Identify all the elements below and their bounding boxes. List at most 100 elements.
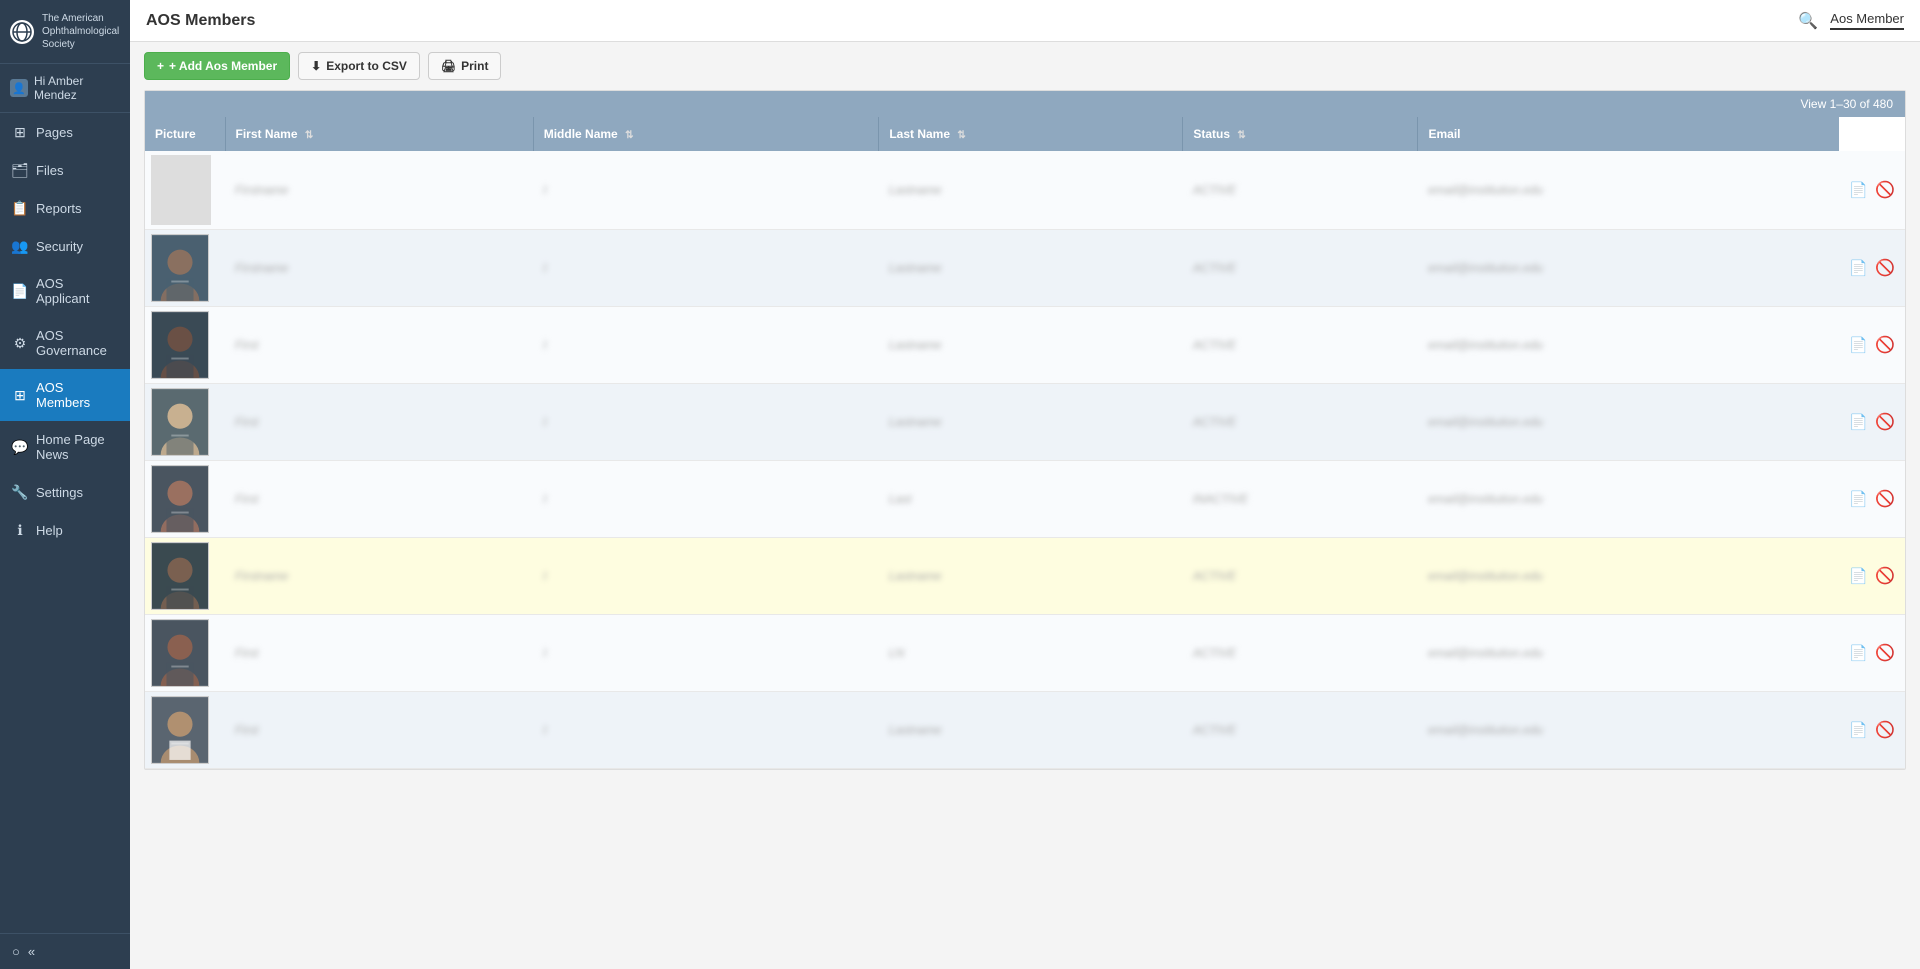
- home-page-news-icon: 💬: [12, 439, 28, 455]
- middle-name-value: I: [543, 646, 546, 660]
- delete-button[interactable]: 🚫: [1875, 645, 1895, 662]
- delete-button[interactable]: 🚫: [1875, 722, 1895, 739]
- files-icon: 🗂: [12, 162, 28, 178]
- aos-applicant-icon: 📄: [12, 283, 28, 299]
- sidebar-item-aos-governance[interactable]: ⚙ AOS Governance: [0, 317, 130, 369]
- edit-button[interactable]: 📄: [1849, 645, 1868, 662]
- delete-button[interactable]: 🚫: [1875, 491, 1895, 508]
- aos-member-link[interactable]: Aos Member: [1830, 11, 1904, 30]
- status-value: ACTIVE: [1193, 261, 1236, 275]
- org-name: The American Ophthalmological Society: [42, 12, 120, 51]
- collapse-label: «: [28, 944, 35, 959]
- picture-cell: [145, 151, 225, 230]
- col-picture-label: Picture: [155, 127, 196, 141]
- col-middle-name-label: Middle Name: [544, 127, 618, 141]
- middle-name-cell: I: [533, 538, 879, 615]
- email-cell: email@institution.edu: [1418, 461, 1839, 538]
- edit-button[interactable]: 📄: [1849, 722, 1868, 739]
- first-name-cell: First: [225, 615, 533, 692]
- security-icon: 👥: [12, 238, 28, 254]
- last-name-value: Lastname: [889, 261, 942, 275]
- edit-button[interactable]: 📄: [1849, 568, 1868, 585]
- sidebar-item-security[interactable]: 👥 Security: [0, 227, 130, 265]
- edit-button[interactable]: 📄: [1849, 260, 1868, 277]
- last-name-cell: Lastname: [879, 151, 1183, 230]
- export-csv-button[interactable]: ⬇ Export to CSV: [298, 52, 420, 80]
- email-cell: email@institution.edu: [1418, 692, 1839, 769]
- col-middle-name[interactable]: Middle Name ⇅: [533, 117, 879, 151]
- table-row: FirstILastnameACTIVEemail@institution.ed…: [145, 692, 1905, 769]
- photo-placeholder: [151, 155, 211, 225]
- table-row: FirstILastnameACTIVEemail@institution.ed…: [145, 307, 1905, 384]
- pages-icon: ⊞: [12, 124, 28, 140]
- aos-applicant-label: AOS Applicant: [36, 276, 118, 306]
- aos-governance-label: AOS Governance: [36, 328, 118, 358]
- status-value: ACTIVE: [1193, 569, 1236, 583]
- delete-button[interactable]: 🚫: [1875, 337, 1895, 354]
- picture-cell: [145, 307, 225, 384]
- content-area: View 1–30 of 480 Picture First Name ⇅ Mi…: [130, 90, 1920, 969]
- action-cell: 📄 🚫: [1839, 538, 1905, 615]
- sidebar-item-pages[interactable]: ⊞ Pages: [0, 113, 130, 151]
- export-label: Export to CSV: [326, 59, 407, 73]
- sidebar-item-aos-applicant[interactable]: 📄 AOS Applicant: [0, 265, 130, 317]
- picture-cell: [145, 538, 225, 615]
- delete-button[interactable]: 🚫: [1875, 182, 1895, 199]
- col-status-label: Status: [1193, 127, 1230, 141]
- status-cell: ACTIVE: [1183, 615, 1418, 692]
- status-value: ACTIVE: [1193, 646, 1236, 660]
- edit-button[interactable]: 📄: [1849, 491, 1868, 508]
- email-value: email@institution.edu: [1428, 415, 1543, 429]
- middle-name-value: I: [543, 183, 546, 197]
- sidebar-item-reports[interactable]: 📋 Reports: [0, 189, 130, 227]
- collapse-sidebar-button[interactable]: ○ «: [0, 933, 130, 969]
- settings-icon: 🔧: [12, 484, 28, 500]
- delete-button[interactable]: 🚫: [1875, 568, 1895, 585]
- first-name-value: First: [235, 338, 258, 352]
- aos-members-label: AOS Members: [36, 380, 118, 410]
- first-name-value: First: [235, 723, 258, 737]
- files-label: Files: [36, 163, 63, 178]
- status-sort-icon: ⇅: [1237, 130, 1245, 141]
- logo-area: The American Ophthalmological Society: [0, 0, 130, 64]
- table-row: FirstILastINACTIVEemail@institution.edu …: [145, 461, 1905, 538]
- sidebar-item-aos-members[interactable]: ⊞ AOS Members: [0, 369, 130, 421]
- table-header-row: Picture First Name ⇅ Middle Name ⇅ Last …: [145, 117, 1905, 151]
- sidebar-item-help[interactable]: ℹ Help: [0, 511, 130, 549]
- last-name-cell: Lastname: [879, 538, 1183, 615]
- action-cell: 📄 🚫: [1839, 692, 1905, 769]
- col-status[interactable]: Status ⇅: [1183, 117, 1418, 151]
- sidebar-item-home-page-news[interactable]: 💬 Home Page News: [0, 421, 130, 473]
- logo-icon: [10, 20, 34, 44]
- status-cell: INACTIVE: [1183, 461, 1418, 538]
- sidebar-item-files[interactable]: 🗂 Files: [0, 151, 130, 189]
- email-value: email@institution.edu: [1428, 723, 1543, 737]
- middle-name-value: I: [543, 415, 546, 429]
- last-name-sort-icon: ⇅: [957, 130, 965, 141]
- member-photo: [151, 234, 209, 302]
- delete-button[interactable]: 🚫: [1875, 260, 1895, 277]
- sidebar-item-settings[interactable]: 🔧 Settings: [0, 473, 130, 511]
- middle-name-sort-icon: ⇅: [625, 130, 633, 141]
- print-button[interactable]: 🖨 Print: [428, 52, 502, 80]
- table-row: FirstILNACTIVEemail@institution.edu 📄 🚫: [145, 615, 1905, 692]
- edit-button[interactable]: 📄: [1849, 414, 1868, 431]
- user-area: 👤 Hi Amber Mendez: [0, 64, 130, 113]
- first-name-value: Firstname: [235, 183, 288, 197]
- topbar: AOS Members 🔍 Aos Member: [130, 0, 1920, 42]
- table-body: FirstnameILastnameACTIVEemail@institutio…: [145, 151, 1905, 769]
- edit-button[interactable]: 📄: [1849, 337, 1868, 354]
- col-last-name[interactable]: Last Name ⇅: [879, 117, 1183, 151]
- last-name-value: Lastname: [889, 183, 942, 197]
- edit-button[interactable]: 📄: [1849, 182, 1868, 199]
- email-cell: email@institution.edu: [1418, 615, 1839, 692]
- last-name-cell: Lastname: [879, 307, 1183, 384]
- first-name-sort-icon: ⇅: [305, 130, 313, 141]
- last-name-cell: Lastname: [879, 692, 1183, 769]
- delete-button[interactable]: 🚫: [1875, 414, 1895, 431]
- search-icon[interactable]: 🔍: [1798, 11, 1818, 31]
- add-member-button[interactable]: + + Add Aos Member: [144, 52, 290, 80]
- add-icon: +: [157, 59, 164, 73]
- help-icon: ℹ: [12, 522, 28, 538]
- col-first-name[interactable]: First Name ⇅: [225, 117, 533, 151]
